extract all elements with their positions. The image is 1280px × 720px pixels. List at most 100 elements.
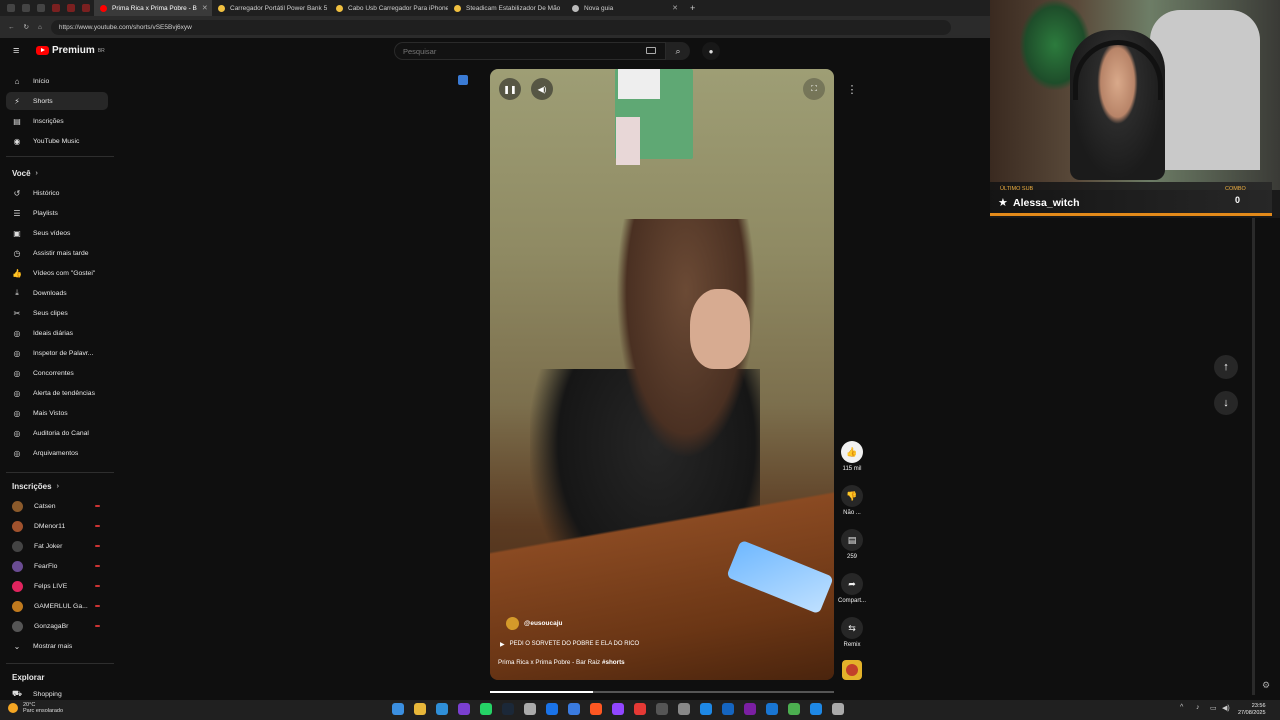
- tab-actions-icon[interactable]: [37, 4, 45, 12]
- sidebar-item[interactable]: ◎ Auditoria do Canal: [6, 424, 108, 442]
- tray-chevron-icon[interactable]: ^: [1180, 704, 1183, 711]
- remix-action[interactable]: ⇆ Remix: [839, 617, 865, 648]
- sidebar-item[interactable]: ◎ Mais Vistos: [6, 404, 108, 422]
- browser-tab[interactable]: Steadicam Estabilizador De Mão✕: [448, 0, 566, 16]
- pdf-icon[interactable]: [634, 703, 646, 715]
- youtube-pinned-icon[interactable]: [82, 4, 90, 12]
- app-icon[interactable]: [656, 703, 668, 715]
- sidebar-item[interactable]: ◎ Ideais diárias: [6, 324, 108, 342]
- menu-icon[interactable]: ≡: [13, 46, 23, 57]
- sidebar-item[interactable]: ⚡ Shorts: [6, 92, 108, 110]
- sidebar-item[interactable]: 👍 Vídeos com "Gostei": [6, 264, 108, 282]
- youtube-pinned-icon[interactable]: [67, 4, 75, 12]
- app-icon[interactable]: [700, 703, 712, 715]
- share-action[interactable]: ➦ Compart...: [838, 573, 866, 604]
- sidebar-subscription[interactable]: Felps LIVE: [6, 577, 108, 595]
- mic-tray-icon[interactable]: ♪: [1196, 704, 1200, 711]
- sidebar-item[interactable]: ✂ Seus clipes: [6, 304, 108, 322]
- music-title[interactable]: PEDI O SORVETE DO POBRE E ELA DO RICO: [510, 641, 640, 648]
- sidebar-subscription[interactable]: GonzagaBr: [6, 617, 108, 635]
- share-icon[interactable]: ➦: [841, 573, 863, 595]
- new-tab-button[interactable]: +: [690, 3, 695, 13]
- youtube-premium-logo[interactable]: Premium BR: [36, 45, 105, 56]
- settings-icon[interactable]: [832, 703, 844, 715]
- pause-button[interactable]: ❚❚: [499, 78, 521, 100]
- sidebar-item[interactable]: ◎ Inspetor de Palavr...: [6, 344, 108, 362]
- dislike-icon[interactable]: 👎: [841, 485, 863, 507]
- home-icon[interactable]: ⌂: [38, 24, 42, 31]
- extension-icon[interactable]: [458, 75, 468, 85]
- app-icon[interactable]: [568, 703, 580, 715]
- video-title[interactable]: Prima Rica x Prima Pobre - Bar Raiz #sho…: [498, 659, 625, 666]
- comments-action[interactable]: ▤ 259: [839, 529, 865, 560]
- start-icon[interactable]: [392, 703, 404, 715]
- voice-search-button[interactable]: ●: [702, 42, 720, 60]
- search-input[interactable]: Pesquisar: [394, 42, 666, 60]
- sidebar-item[interactable]: ↺ Histórico: [6, 184, 108, 202]
- sidebar-item[interactable]: ⤓ Downloads: [6, 284, 108, 302]
- browser-tab[interactable]: Nova guia ✕: [566, 0, 684, 16]
- youtube-pinned-icon[interactable]: [52, 4, 60, 12]
- weather-widget[interactable]: 20°C Parc ensolarado: [8, 702, 63, 714]
- volume-button[interactable]: ◀): [531, 78, 553, 100]
- video-music[interactable]: ▶ PEDI O SORVETE DO POBRE E ELA DO RICO: [500, 641, 639, 648]
- search-button[interactable]: ⌕: [666, 42, 690, 60]
- like-icon[interactable]: 👍: [841, 441, 863, 463]
- sidebar-subscription[interactable]: Catsen: [6, 497, 108, 515]
- back-icon[interactable]: ←: [8, 24, 15, 31]
- url-field[interactable]: https://www.youtube.com/shorts/vSE5Bvj6x…: [50, 19, 951, 35]
- sidebar-item[interactable]: ☰ Playlists: [6, 204, 108, 222]
- discord-icon[interactable]: [458, 703, 470, 715]
- sidebar-subscription[interactable]: Fat Joker: [6, 537, 108, 555]
- show-more-button[interactable]: ⌄ Mostrar mais: [6, 637, 108, 655]
- firefox-icon[interactable]: [590, 703, 602, 715]
- sidebar-item[interactable]: ◎ Alerta de tendências: [6, 384, 108, 402]
- reload-icon[interactable]: ↻: [24, 23, 29, 31]
- premiere-icon[interactable]: [722, 703, 734, 715]
- close-tab-icon[interactable]: ✕: [202, 4, 208, 12]
- network-icon[interactable]: ▭: [1210, 704, 1217, 712]
- sound-thumbnail[interactable]: [842, 660, 862, 680]
- file-explorer-icon[interactable]: [414, 703, 426, 715]
- whatsapp-icon[interactable]: [480, 703, 492, 715]
- sidebar-subscription[interactable]: GAMERLUL Ga...: [6, 597, 108, 615]
- sidebar-item[interactable]: ◎ Concorrentes: [6, 364, 108, 382]
- video-hashtag[interactable]: #shorts: [602, 659, 625, 666]
- browser-tab[interactable]: Carregador Portátil Power Bank 5✕: [212, 0, 330, 16]
- edge-icon[interactable]: [436, 703, 448, 715]
- browser-tab[interactable]: Cabo Usb Carregador Para iPhone✕: [330, 0, 448, 16]
- app-icon[interactable]: [788, 703, 800, 715]
- settings-icon[interactable]: ⚙: [1262, 680, 1270, 691]
- channel-avatar[interactable]: [506, 617, 519, 630]
- video-progress-bar[interactable]: [490, 691, 834, 693]
- previous-short-button[interactable]: ↑: [1214, 355, 1238, 379]
- close-tab-icon[interactable]: ✕: [672, 4, 678, 12]
- sidebar-subscription[interactable]: DMenor11: [6, 517, 108, 535]
- more-options-icon[interactable]: ⋮: [843, 80, 861, 98]
- photoshop-icon[interactable]: [766, 703, 778, 715]
- comment-icon[interactable]: ▤: [841, 529, 863, 551]
- sidebar-item[interactable]: ▣ Seus vídeos: [6, 224, 108, 242]
- shorts-video-player[interactable]: ❚❚ ◀) ⛶: [490, 69, 834, 680]
- keyboard-icon[interactable]: [646, 47, 656, 54]
- sidebar-item[interactable]: ▤ Inscrições: [6, 112, 108, 130]
- like-action[interactable]: 👍 115 mil: [839, 441, 865, 472]
- browser-tab[interactable]: Prima Rica x Prima Pobre - B ✕: [94, 0, 212, 16]
- sidebar-item[interactable]: ◎ Arquivamentos: [6, 444, 108, 462]
- sidebar-section-subscriptions[interactable]: Inscrições ›: [12, 482, 59, 491]
- sidebar-item[interactable]: ◉ YouTube Music: [6, 132, 108, 150]
- system-clock[interactable]: 23:56 27/08/2025: [1238, 703, 1266, 717]
- dislike-action[interactable]: 👎 Não ...: [839, 485, 865, 516]
- workspace-icon[interactable]: [7, 4, 15, 12]
- twitch-icon[interactable]: [612, 703, 624, 715]
- sidebar-item[interactable]: ◷ Assistir mais tarde: [6, 244, 108, 262]
- volume-icon[interactable]: ◀): [1222, 704, 1230, 712]
- remix-icon[interactable]: ⇆: [841, 617, 863, 639]
- chrome-icon[interactable]: [546, 703, 558, 715]
- video-channel[interactable]: @eusoucaju: [506, 617, 563, 630]
- page-scrollbar[interactable]: [1252, 215, 1255, 695]
- sidebar-section-you[interactable]: Você ›: [12, 169, 38, 178]
- app-icon[interactable]: [524, 703, 536, 715]
- next-short-button[interactable]: ↓: [1214, 391, 1238, 415]
- app-icon[interactable]: [810, 703, 822, 715]
